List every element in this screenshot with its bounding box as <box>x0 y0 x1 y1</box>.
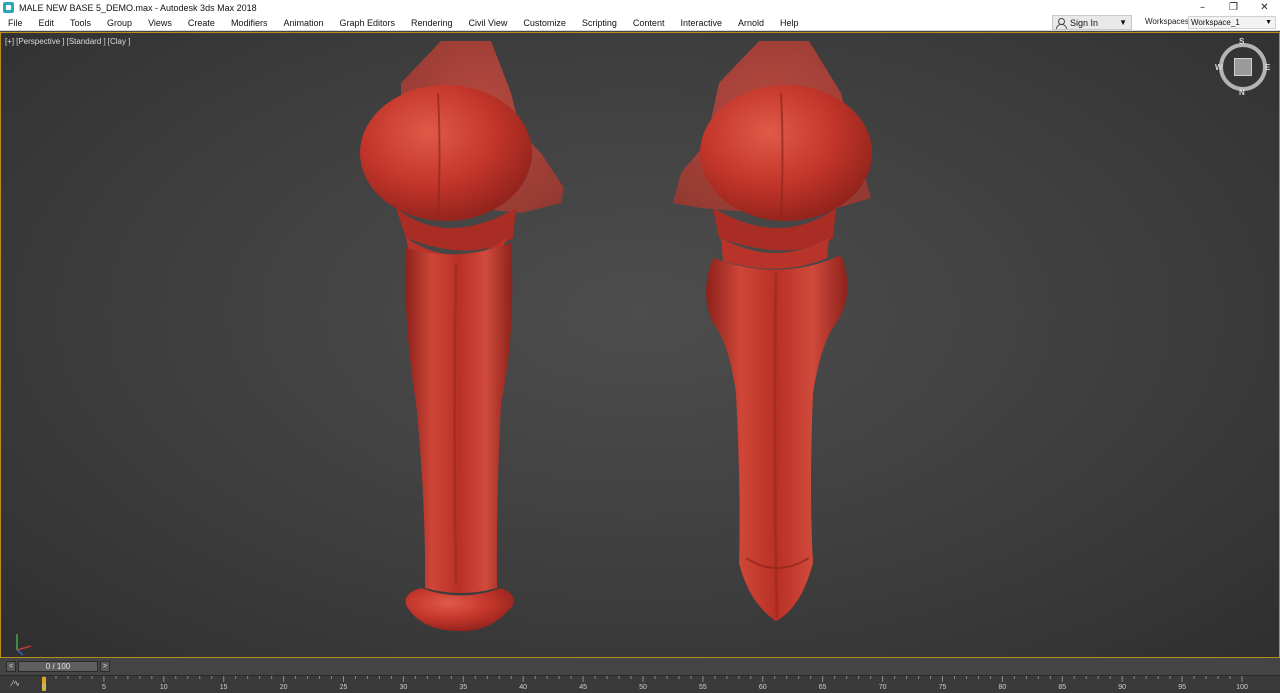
menu-file[interactable]: File <box>0 18 31 28</box>
menu-civil-view[interactable]: Civil View <box>461 18 516 28</box>
menu-help[interactable]: Help <box>772 18 807 28</box>
menu-edit[interactable]: Edit <box>31 18 63 28</box>
menu-tools[interactable]: Tools <box>62 18 99 28</box>
close-button[interactable]: ✕ <box>1249 0 1280 15</box>
compass-label-right: E <box>1265 63 1271 72</box>
ruler-tick-label: 75 <box>938 684 947 691</box>
workspace-select[interactable]: Workspace_1 ▼ <box>1188 16 1276 29</box>
compass-label-left: W <box>1215 63 1223 72</box>
sign-in-dropdown[interactable]: Sign In ▼ <box>1052 15 1132 30</box>
menu-content[interactable]: Content <box>625 18 673 28</box>
workspaces-label: Workspaces: <box>1145 17 1192 26</box>
time-next-button[interactable]: > <box>100 661 110 672</box>
axis-tripod-icon <box>16 634 32 656</box>
window-title: MALE NEW BASE 5_DEMO.max - Autodesk 3ds … <box>19 2 257 13</box>
workspace-value: Workspace_1 <box>1191 18 1240 27</box>
ruler-tick-label: 15 <box>219 684 228 691</box>
ruler-tick-label: 25 <box>339 684 348 691</box>
ruler-tick-label: 65 <box>818 684 827 691</box>
track-bar[interactable]: ⁄∿ 0 5 10 15 20 25 30 35 40 45 50 55 60 65 70 75 80 85 90 9… <box>0 675 1280 693</box>
ruler-tick-label: 30 <box>399 684 408 691</box>
ruler-tick-label: 60 <box>758 684 767 691</box>
menu-views[interactable]: Views <box>140 18 180 28</box>
user-icon <box>1056 17 1067 29</box>
menu-arnold[interactable]: Arnold <box>730 18 772 28</box>
time-prev-button[interactable]: < <box>6 661 16 672</box>
chevron-down-icon: ▼ <box>1265 19 1272 26</box>
time-slider-bar: < 0 / 100 > <box>0 659 1280 675</box>
menu-rendering[interactable]: Rendering <box>403 18 461 28</box>
ruler-tick-label: 5 <box>101 684 106 691</box>
ruler-tick-label: 20 <box>279 684 288 691</box>
window-controls: – ❐ ✕ <box>1187 0 1280 15</box>
ruler-tick-label: 40 <box>519 684 528 691</box>
menu-customize[interactable]: Customize <box>515 18 574 28</box>
title-bar: MALE NEW BASE 5_DEMO.max - Autodesk 3ds … <box>0 0 1280 15</box>
viewcube[interactable]: S W E N <box>1214 37 1272 97</box>
menu-scripting[interactable]: Scripting <box>574 18 625 28</box>
restore-button[interactable]: ❐ <box>1218 0 1249 15</box>
viewcube-face[interactable] <box>1234 58 1252 76</box>
menu-modifiers[interactable]: Modifiers <box>223 18 276 28</box>
ruler-tick-label: 80 <box>998 684 1007 691</box>
ruler-tick-label: 10 <box>159 684 168 691</box>
ruler-tick-label: 0 <box>42 684 46 691</box>
minimize-button[interactable]: – <box>1187 0 1218 15</box>
menu-graph-editors[interactable]: Graph Editors <box>331 18 403 28</box>
ruler-tick-label: 70 <box>878 684 887 691</box>
menu-group[interactable]: Group <box>99 18 140 28</box>
ruler-tick-label: 45 <box>579 684 587 691</box>
ruler-tick-label: 95 <box>1178 684 1186 691</box>
app-icon <box>3 2 14 13</box>
ruler-tick-label: 90 <box>1118 684 1127 691</box>
compass-label-top: S <box>1239 37 1245 46</box>
menu-interactive[interactable]: Interactive <box>672 18 730 28</box>
model-right[interactable] <box>673 41 872 621</box>
menu-create[interactable]: Create <box>180 18 223 28</box>
perspective-viewport[interactable]: [+] [Perspective ] [Standard ] [Clay ] S… <box>0 32 1280 658</box>
compass-label-bottom: N <box>1239 88 1245 97</box>
menu-bar: File Edit Tools Group Views Create Modif… <box>0 15 1280 31</box>
time-slider[interactable]: 0 / 100 <box>18 661 98 672</box>
menu-animation[interactable]: Animation <box>275 18 331 28</box>
chevron-down-icon: ▼ <box>1119 18 1127 27</box>
scene-models[interactable] <box>1 33 1279 657</box>
ruler-tick-label: 50 <box>639 684 647 691</box>
ruler-tick-label: 55 <box>698 684 707 691</box>
ruler-tick-label: 85 <box>1058 684 1067 691</box>
ruler-tick-label: 100 <box>1236 684 1248 691</box>
sign-in-label: Sign In <box>1070 17 1099 28</box>
ruler-tick-label: 35 <box>459 684 468 691</box>
model-left[interactable] <box>360 41 564 632</box>
